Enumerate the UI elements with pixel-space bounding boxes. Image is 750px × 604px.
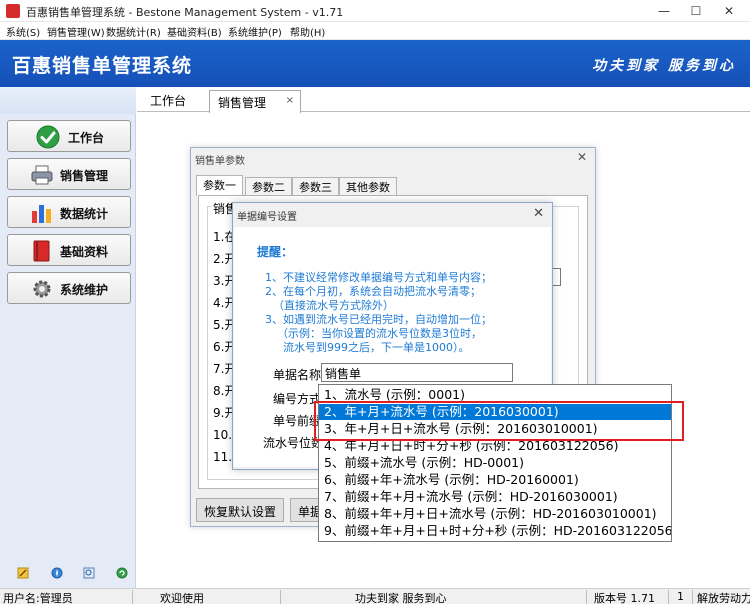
status-welcome: 欢迎使用	[160, 592, 204, 604]
status-divider	[668, 590, 669, 604]
gear-icon	[33, 280, 51, 298]
menu-sales[interactable]: 销售管理(W)	[47, 24, 105, 39]
book-icon	[33, 240, 50, 262]
compass-icon[interactable]	[51, 567, 63, 579]
tab-workbench[interactable]: 工作台	[150, 92, 186, 109]
menu-system[interactable]: 系统(S)	[6, 24, 40, 39]
tab-sales-label: 销售管理	[218, 96, 267, 110]
dialog-title: 单据编号设置	[237, 212, 297, 223]
status-divider	[586, 590, 587, 604]
sidebar-item-label: 工作台	[68, 131, 105, 145]
menu-base-data[interactable]: 基础资料(B)	[167, 24, 222, 39]
status-user: 用户名:管理员	[3, 592, 73, 604]
dropdown-option[interactable]: 5、前缀+流水号 (示例：HD-0001)	[319, 455, 671, 471]
dropdown-option[interactable]: 6、前缀+年+流水号 (示例：HD-20160001)	[319, 472, 671, 488]
header-slogan: 功夫到家 服务到心	[592, 58, 736, 74]
status-version: 版本号 1.71	[594, 592, 655, 604]
tab-sales[interactable]: 销售管理 ×	[209, 90, 301, 113]
sidebar-item-label: 系统维护	[60, 283, 109, 297]
sidebar-item-maintenance[interactable]: 系统维护	[7, 272, 131, 304]
title-bar: 百惠销售单管理系统 - Bestone Management System - …	[0, 0, 750, 22]
restore-defaults-button[interactable]: 恢复默认设置	[196, 498, 284, 522]
tab-param-3[interactable]: 参数三	[292, 177, 339, 195]
doc-name-label: 单据名称	[273, 368, 322, 382]
app-name: 百惠销售单管理系统	[12, 55, 193, 77]
sidebar-item-stats[interactable]: 数据统计	[7, 196, 131, 228]
search-icon[interactable]	[83, 567, 95, 579]
status-divider	[692, 590, 693, 604]
menu-help[interactable]: 帮助(H)	[290, 24, 325, 39]
status-divider	[132, 590, 133, 604]
dropdown-option[interactable]: 9、前缀+年+月+日+时+分+秒 (示例：HD-201603122056)	[319, 523, 671, 539]
status-slogan: 功夫到家 服务到心	[355, 592, 447, 604]
sidebar-item-label: 销售管理	[60, 169, 109, 183]
tab-param-2[interactable]: 参数二	[245, 177, 292, 195]
sidebar-item-sales[interactable]: 销售管理	[7, 158, 131, 190]
tip-line: 流水号到999之后，下一单是1000）。	[283, 341, 470, 354]
minimize-button[interactable]: —	[656, 3, 672, 19]
status-edition: 解放劳动力	[697, 592, 750, 604]
status-count: 1	[677, 590, 684, 603]
doc-name-input[interactable]: 销售单	[321, 363, 513, 382]
menu-maintenance[interactable]: 系统维护(P)	[228, 24, 282, 39]
status-divider	[280, 590, 281, 604]
check-icon	[36, 125, 60, 149]
menu-bar: 系统(S) 销售管理(W) 数据统计(R) 基础资料(B) 系统维护(P) 帮助…	[0, 22, 750, 40]
bar-chart-icon	[32, 205, 51, 223]
app-icon	[6, 4, 20, 18]
main-tab-bar: 工作台 销售管理 ×	[137, 87, 750, 113]
tab-param-1[interactable]: 参数一	[196, 175, 243, 196]
menu-stats[interactable]: 数据统计(R)	[106, 24, 161, 39]
sidebar-item-base-data[interactable]: 基础资料	[7, 234, 131, 266]
dialog-title: 销售单参数	[195, 156, 245, 167]
window-title: 百惠销售单管理系统 - Bestone Management System - …	[26, 6, 344, 19]
tip-title: 提醒：	[257, 245, 294, 259]
tab-other-params[interactable]: 其他参数	[339, 177, 397, 195]
close-tab-icon[interactable]: ×	[286, 95, 294, 106]
sidebar: 工作台 销售管理 数据统计 基础资料 系统维护	[0, 87, 136, 588]
dropdown-option[interactable]: 7、前缀+年+月+流水号 (示例：HD-2016030001)	[319, 489, 671, 505]
printer-icon	[31, 165, 53, 185]
sidebar-item-label: 基础资料	[60, 245, 109, 259]
sidebar-header	[0, 87, 136, 114]
status-bar: 用户名:管理员 欢迎使用 功夫到家 服务到心 版本号 1.71 1 解放劳动力	[0, 588, 750, 604]
header-banner: 百惠销售单管理系统 功夫到家 服务到心	[0, 40, 750, 87]
close-dialog-button[interactable]: ✕	[533, 206, 544, 221]
sidebar-item-workbench[interactable]: 工作台	[7, 120, 131, 152]
close-dialog-button[interactable]: ✕	[577, 150, 587, 164]
highlight-annotation	[314, 401, 684, 441]
refresh-icon[interactable]	[116, 567, 128, 579]
sidebar-item-label: 数据统计	[60, 207, 109, 221]
close-window-button[interactable]: ✕	[721, 3, 737, 19]
edit-icon[interactable]	[17, 567, 29, 579]
maximize-button[interactable]: ☐	[688, 3, 704, 19]
dropdown-option[interactable]: 8、前缀+年+月+日+流水号 (示例：HD-201603010001)	[319, 506, 671, 522]
